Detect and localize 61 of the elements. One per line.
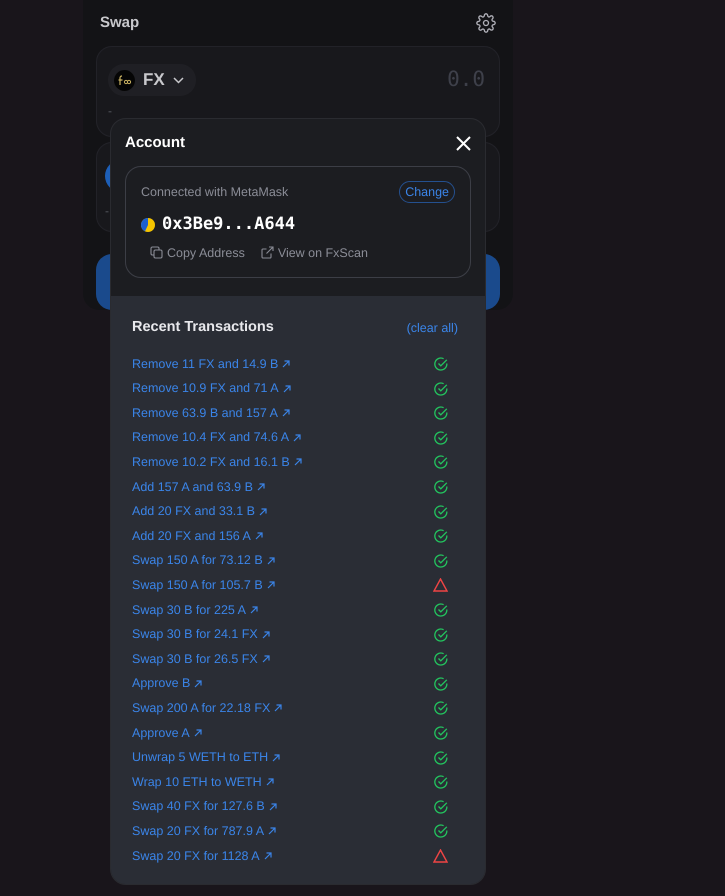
arrow-icon	[293, 434, 302, 442]
balance-text: -	[108, 103, 113, 120]
arrow-icon	[266, 581, 275, 590]
transaction-link[interactable]: Remove 10.2 FX and 16.1 B	[132, 453, 302, 472]
copy-address-link[interactable]: Copy Address	[150, 244, 245, 262]
arrow-icon	[194, 728, 202, 737]
transaction-link[interactable]: Swap 40 FX for 127.6 B	[132, 797, 277, 816]
wallet-label: Connected with MetaMask	[141, 184, 288, 201]
arrow-icon	[264, 852, 272, 860]
copy-icon	[150, 246, 163, 260]
arrow-icon	[256, 483, 265, 492]
transaction-link[interactable]: Remove 11 FX and 14.9 B	[132, 354, 290, 374]
settings-icon[interactable]	[476, 13, 496, 33]
external-link-icon	[260, 246, 274, 260]
transaction-link[interactable]: Swap 30 B for 26.5 FX	[132, 650, 270, 669]
transaction-link[interactable]: Swap 30 B for 24.1 FX	[132, 625, 270, 644]
transaction-link[interactable]: Remove 63.9 B and 157 A	[132, 404, 290, 423]
arrow-icon	[262, 655, 270, 664]
explorer-link[interactable]: View on FxScan	[260, 244, 368, 262]
arrow-icon	[282, 409, 290, 418]
arrow-icon	[294, 458, 302, 466]
arrow-icon	[254, 532, 263, 540]
transaction-link[interactable]: Add 157 A and 63.9 B	[132, 478, 265, 496]
clear-all-button[interactable]: (clear all)	[406, 318, 458, 338]
transaction-link[interactable]: Add 20 FX and 33.1 B	[132, 502, 268, 521]
close-icon[interactable]	[456, 136, 471, 150]
transaction-link[interactable]: Swap 30 B for 225 A	[132, 600, 258, 620]
caret-icon	[172, 76, 184, 84]
section-title: Recent Transactions	[132, 318, 274, 337]
card-title: Swap	[100, 12, 140, 33]
transaction-link[interactable]: Remove 10.9 FX and 71 A	[132, 379, 291, 398]
arrow-icon	[266, 556, 275, 565]
transaction-link[interactable]: Unwrap 5 WETH to ETH	[132, 748, 280, 767]
transaction-link[interactable]: Approve A	[132, 724, 202, 742]
balance-text: -	[105, 203, 110, 220]
change-button[interactable]: Change	[399, 181, 455, 203]
arrow-icon	[272, 754, 280, 762]
arrow-icon	[268, 827, 276, 836]
token-logo-icon	[114, 70, 135, 90]
transaction-link[interactable]: Swap 150 A for 105.7 B	[132, 576, 275, 595]
arrow-icon	[274, 704, 282, 712]
arrow-icon	[266, 778, 274, 786]
transaction-link[interactable]: Wrap 10 ETH to WETH	[132, 772, 274, 792]
arrow-icon	[194, 680, 202, 688]
transaction-link[interactable]: Approve B	[132, 674, 202, 694]
arrow-icon	[282, 384, 291, 393]
transaction-link[interactable]: Swap 20 FX for 1128 A	[132, 846, 272, 866]
token-select-button[interactable]: FX	[108, 64, 196, 96]
arrow-icon	[282, 360, 290, 368]
wallet-address: 0x3Be9...A644	[162, 213, 296, 236]
transaction-link[interactable]: Add 20 FX and 156 A	[132, 526, 263, 546]
arrow-icon	[268, 802, 277, 811]
transaction-link[interactable]: Remove 10.4 FX and 74.6 A	[132, 428, 302, 448]
arrow-icon	[259, 508, 268, 516]
modal-title: Account	[125, 132, 185, 153]
transaction-link[interactable]: Swap 200 A for 22.18 FX	[132, 698, 282, 718]
transaction-link[interactable]: Swap 150 A for 73.12 B	[132, 551, 275, 570]
arrow-icon	[262, 630, 270, 639]
wallet-avatar-icon	[141, 218, 155, 232]
transaction-link[interactable]: Swap 20 FX for 787.9 A	[132, 822, 276, 841]
arrow-icon	[250, 606, 258, 614]
